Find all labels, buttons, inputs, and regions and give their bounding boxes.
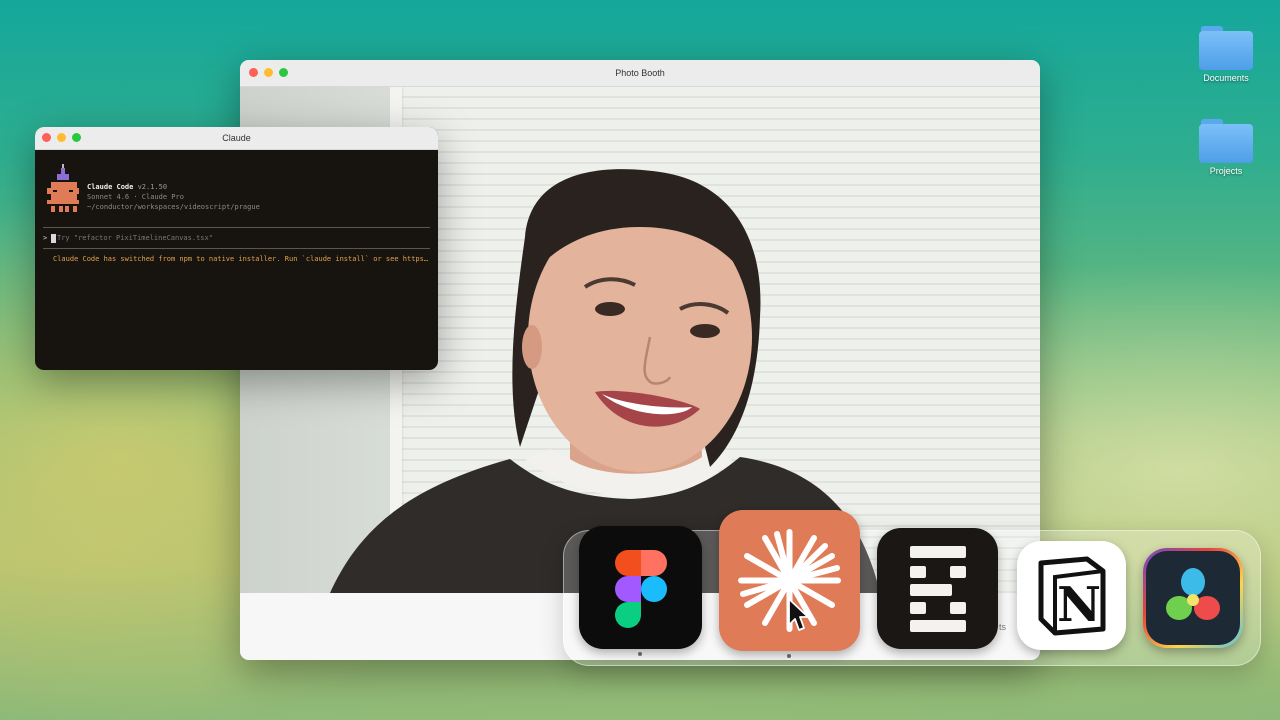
prompt-symbol: > <box>43 234 48 242</box>
desktop-icon-label: Projects <box>1209 166 1243 176</box>
app-version: v2.1.50 <box>137 183 168 191</box>
workspace-path: ~/conductor/workspaces/videoscript/pragu… <box>87 203 260 211</box>
figma-icon <box>615 550 667 628</box>
window-title: Claude <box>222 133 251 143</box>
conductor-icon <box>910 546 966 632</box>
desktop-icon-label: Documents <box>1203 73 1249 83</box>
desktop-icon-documents[interactable]: Documents <box>1186 26 1266 83</box>
dock-app-conductor[interactable] <box>877 528 998 649</box>
installer-notice: Claude Code has switched from npm to nat… <box>53 255 430 263</box>
photo-booth-titlebar[interactable]: Photo Booth <box>240 60 1040 87</box>
terminal-content[interactable]: Claude Code v2.1.50 Sonnet 4.6 · Claude … <box>35 150 438 264</box>
fullscreen-button[interactable] <box>279 68 288 77</box>
claude-mascot-icon <box>47 164 79 212</box>
dock-running-indicator <box>638 652 642 656</box>
minimize-button[interactable] <box>264 68 273 77</box>
notion-icon: N <box>1038 556 1106 636</box>
folder-icon <box>1199 119 1253 163</box>
dock-app-figma[interactable] <box>579 526 702 649</box>
claude-titlebar[interactable]: Claude <box>35 127 438 150</box>
minimize-button[interactable] <box>57 133 66 142</box>
dock-app-davinci-resolve[interactable] <box>1143 548 1243 648</box>
claude-terminal-window: Claude Claude Code v2.1.50 Sonnet 4.6 · … <box>35 127 438 370</box>
dock-running-indicator <box>787 654 791 658</box>
folder-icon <box>1199 26 1253 70</box>
text-cursor <box>51 233 56 243</box>
desktop-icon-projects[interactable]: Projects <box>1186 119 1266 176</box>
notion-letter: N <box>1057 577 1101 633</box>
close-button[interactable] <box>249 68 258 77</box>
mouse-pointer-icon <box>788 598 809 631</box>
model-info: Sonnet 4.6 · Claude Pro <box>87 193 184 201</box>
divider <box>43 248 430 249</box>
window-title: Photo Booth <box>615 68 665 78</box>
prompt-placeholder: Try "refactor PixiTimelineCanvas.tsx" <box>57 234 213 242</box>
davinci-resolve-icon <box>1166 568 1220 620</box>
prompt-input[interactable]: > Try "refactor PixiTimelineCanvas.tsx" <box>43 233 430 243</box>
fullscreen-button[interactable] <box>72 133 81 142</box>
divider <box>43 227 430 228</box>
app-name: Claude Code <box>87 183 134 191</box>
close-button[interactable] <box>42 133 51 142</box>
dock-app-notion[interactable]: N <box>1017 541 1126 650</box>
